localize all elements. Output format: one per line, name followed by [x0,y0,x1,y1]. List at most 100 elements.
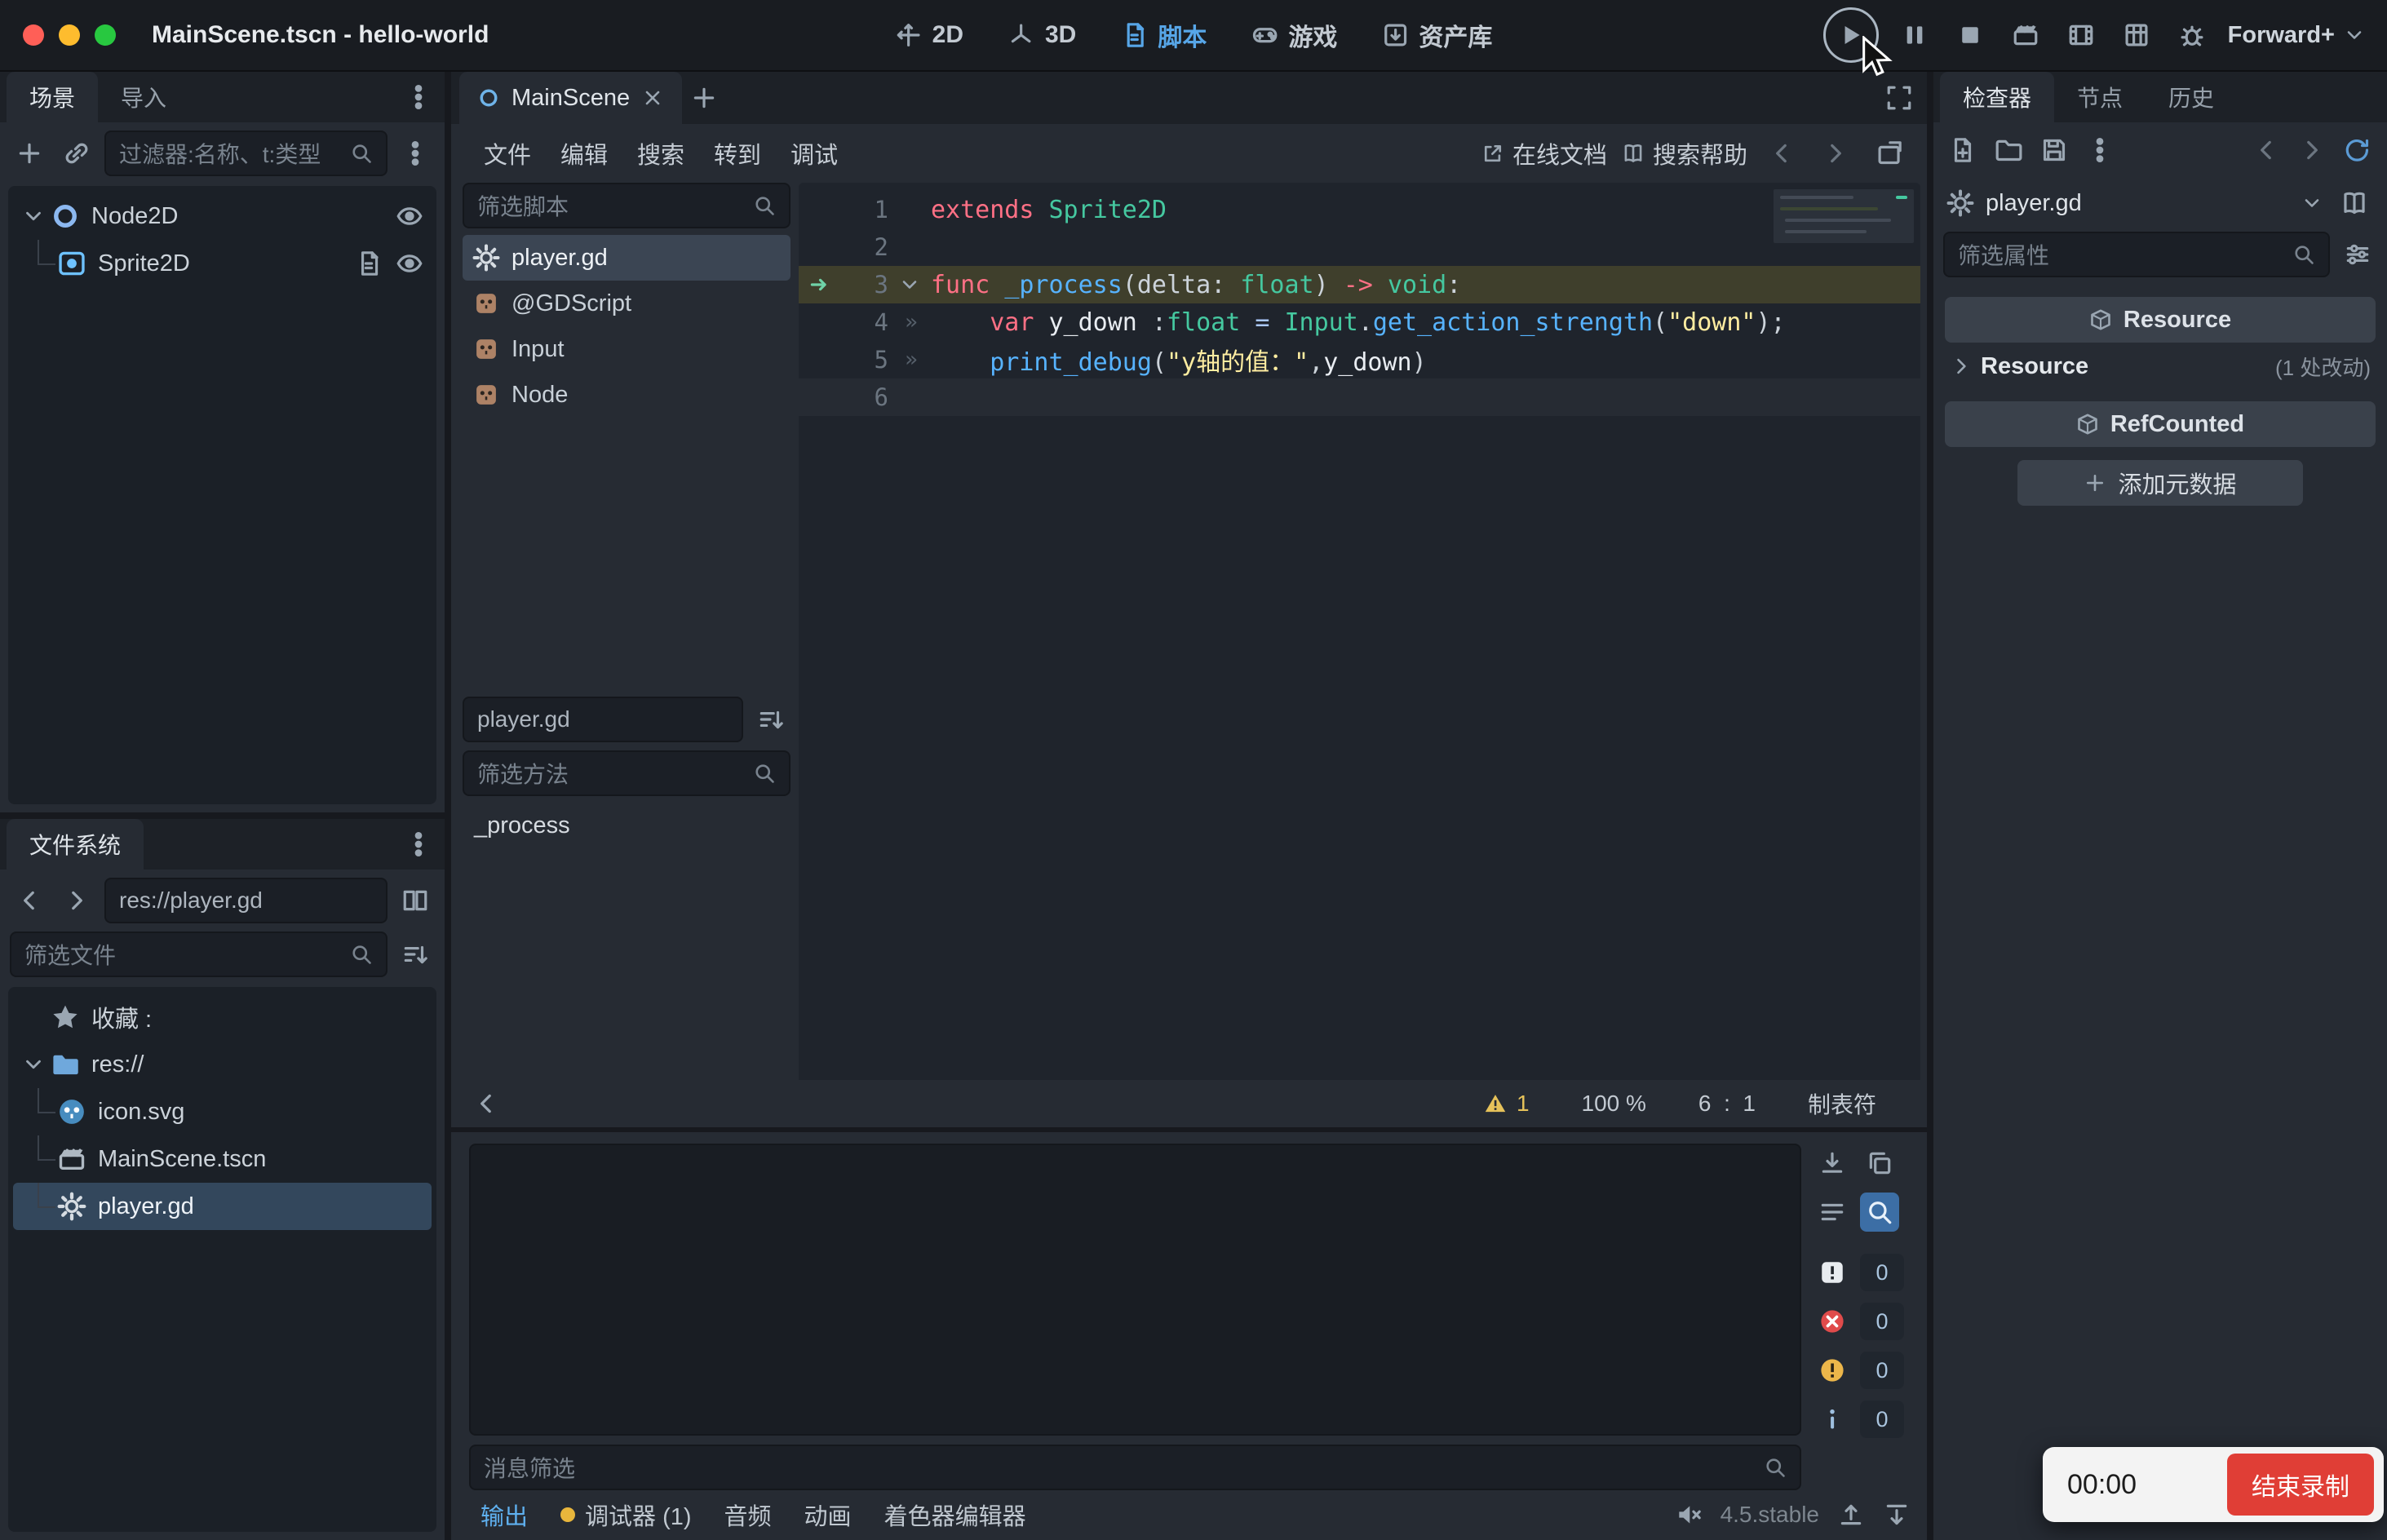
code-line-2[interactable]: 2 [799,228,1920,266]
online-docs-button[interactable]: 在线文档 [1481,136,1607,170]
visibility-eye-icon[interactable] [396,202,423,230]
method-sort-button[interactable] [751,700,790,739]
message-filter-input[interactable]: 消息筛选 [469,1445,1801,1490]
film-button[interactable] [2062,15,2101,55]
stop-recording-button[interactable]: 结束录制 [2227,1454,2374,1516]
script-item--gdscript[interactable]: @GDScript [463,281,790,326]
copy-output-button[interactable] [1860,1144,1899,1183]
toggle-warning-button[interactable] [1813,1351,1852,1390]
gutter-fold[interactable] [888,273,931,296]
code-line-4[interactable]: 4» var y_down :float = Input.get_action_… [799,303,1920,341]
chevron-down-icon[interactable] [2301,192,2323,215]
inspector-tab-2[interactable]: 历史 [2146,72,2237,122]
method-item-_process[interactable]: _process [463,804,790,847]
fs-item-res-[interactable]: res:// [13,1041,432,1088]
new-scene-tab-button[interactable] [682,76,726,120]
resource-category-row[interactable]: Resource (1 处改动) [1933,343,2387,390]
gutter-fold[interactable]: » [888,310,931,334]
tab-scene-dock-0[interactable]: 场景 [7,72,99,122]
inspector-tab-1[interactable]: 节点 [2054,72,2146,122]
pause-button[interactable] [1895,15,1934,55]
visibility-eye-icon[interactable] [396,250,423,277]
fs-forward-button[interactable] [57,881,96,920]
history-forward-button[interactable] [1816,134,1855,173]
scene-filter-input[interactable]: 过滤器:名称、t:类型 [104,131,388,176]
workspace-tab-3d[interactable]: 3D [991,15,1092,55]
new-resource-button[interactable] [1943,131,1982,170]
script-item-player.gd[interactable]: player.gd [463,235,790,281]
code-line-3[interactable]: 3 func _process(delta: float) -> void: [799,266,1920,303]
menu-1[interactable]: 编辑 [546,128,622,179]
minimize-window-button[interactable] [59,24,80,46]
open-docs-button[interactable] [2335,184,2374,223]
scene-tree-node-node2d[interactable]: Node2D [13,192,432,240]
tab-scene-dock-1[interactable]: 导入 [98,72,189,122]
inspector-forward-button[interactable] [2292,131,2332,170]
toggle-error-button[interactable] [1813,1302,1852,1341]
bottom-tab-0[interactable]: 输出 [467,1491,541,1538]
resource-menu-button[interactable] [2080,131,2119,170]
fs-filter-input[interactable]: 筛选文件 [10,932,388,977]
filter-scripts-input[interactable]: 筛选脚本 [463,183,790,228]
resource-section-header[interactable]: Resource [1945,297,2376,343]
workspace-tab-script[interactable]: 脚本 [1104,11,1223,60]
history-back-button[interactable] [1762,134,1801,173]
close-icon[interactable] [641,86,664,109]
fs-back-button[interactable] [10,881,49,920]
tab-filesystem[interactable]: 文件系统 [7,819,144,870]
gutter-breakpoint[interactable] [799,273,841,296]
code-line-5[interactable]: 5» print_debug("y轴的值：",y_down) [799,341,1920,378]
scene-menu-button[interactable] [396,134,435,173]
filesystem-menu-button[interactable] [399,825,438,864]
make-floating-button[interactable] [1870,134,1909,173]
inspector-tab-0[interactable]: 检查器 [1940,72,2055,122]
menu-4[interactable]: 调试 [776,128,852,179]
script-item-input[interactable]: Input [463,326,790,372]
search-help-button[interactable]: 搜索帮助 [1622,136,1747,170]
fs-split-view-button[interactable] [396,881,435,920]
indent-type[interactable]: 制表符 [1808,1087,1876,1120]
scene-dock-menu-button[interactable] [399,77,438,117]
collapse-duplicates-button[interactable] [1813,1193,1852,1232]
fs-item-icon.svg[interactable]: icon.svg [13,1088,432,1135]
movie-maker-button[interactable] [2006,15,2045,55]
toggle-alert-button[interactable] [1813,1253,1852,1292]
fs-sort-button[interactable] [396,935,435,974]
inspector-back-button[interactable] [2247,131,2286,170]
bottom-tab-4[interactable]: 着色器编辑器 [871,1491,1039,1538]
zoom-window-button[interactable] [95,24,116,46]
minimap[interactable] [1774,189,1914,385]
bottom-tab-1[interactable]: 调试器 (1) [547,1491,705,1538]
workspace-tab-2d[interactable]: 2D [879,15,980,55]
code-line-1[interactable]: 1 extends Sprite2D [799,191,1920,228]
output-log[interactable] [469,1144,1801,1436]
renderer-dropdown[interactable]: Forward+ [2228,22,2366,49]
bottom-tab-3[interactable]: 动画 [791,1491,865,1538]
pin-panel-button[interactable] [1883,1501,1911,1529]
refcounted-section-header[interactable]: RefCounted [1945,401,2376,447]
code-line-6[interactable]: 6 [799,378,1920,416]
menu-3[interactable]: 转到 [699,128,776,179]
scene-tab-mainscene[interactable]: MainScene [459,72,683,124]
workspace-tab-assetlib[interactable]: 资产库 [1365,11,1508,60]
code-editor[interactable]: 1 extends Sprite2D 2 3 func _process(delta: … [799,183,1920,1080]
warnings-indicator[interactable]: 1 [1484,1091,1530,1117]
workspace-tab-game[interactable]: 游戏 [1234,11,1353,60]
fs-path-input[interactable]: res://player.gd [104,878,388,923]
instance-scene-button[interactable] [57,134,96,173]
toggle-info-button[interactable] [1813,1400,1852,1439]
bottom-tab-2[interactable]: 音频 [711,1491,785,1538]
collapse-scripts-panel-button[interactable] [472,1090,500,1117]
gutter-fold[interactable]: » [888,347,931,372]
add-node-button[interactable] [10,134,49,173]
menu-2[interactable]: 搜索 [622,128,699,179]
mute-speaker-icon[interactable] [1675,1501,1703,1529]
filter-methods-input[interactable]: 筛选方法 [463,750,790,796]
grid-button[interactable] [2117,15,2156,55]
fs-item--[interactable]: 收藏 : [13,993,432,1041]
script-item-node[interactable]: Node [463,372,790,418]
add-metadata-button[interactable]: 添加元数据 [2017,460,2303,506]
property-tools-button[interactable] [2338,235,2377,274]
fs-item-player.gd[interactable]: player.gd [13,1183,432,1230]
show-search-button[interactable] [1860,1193,1899,1232]
